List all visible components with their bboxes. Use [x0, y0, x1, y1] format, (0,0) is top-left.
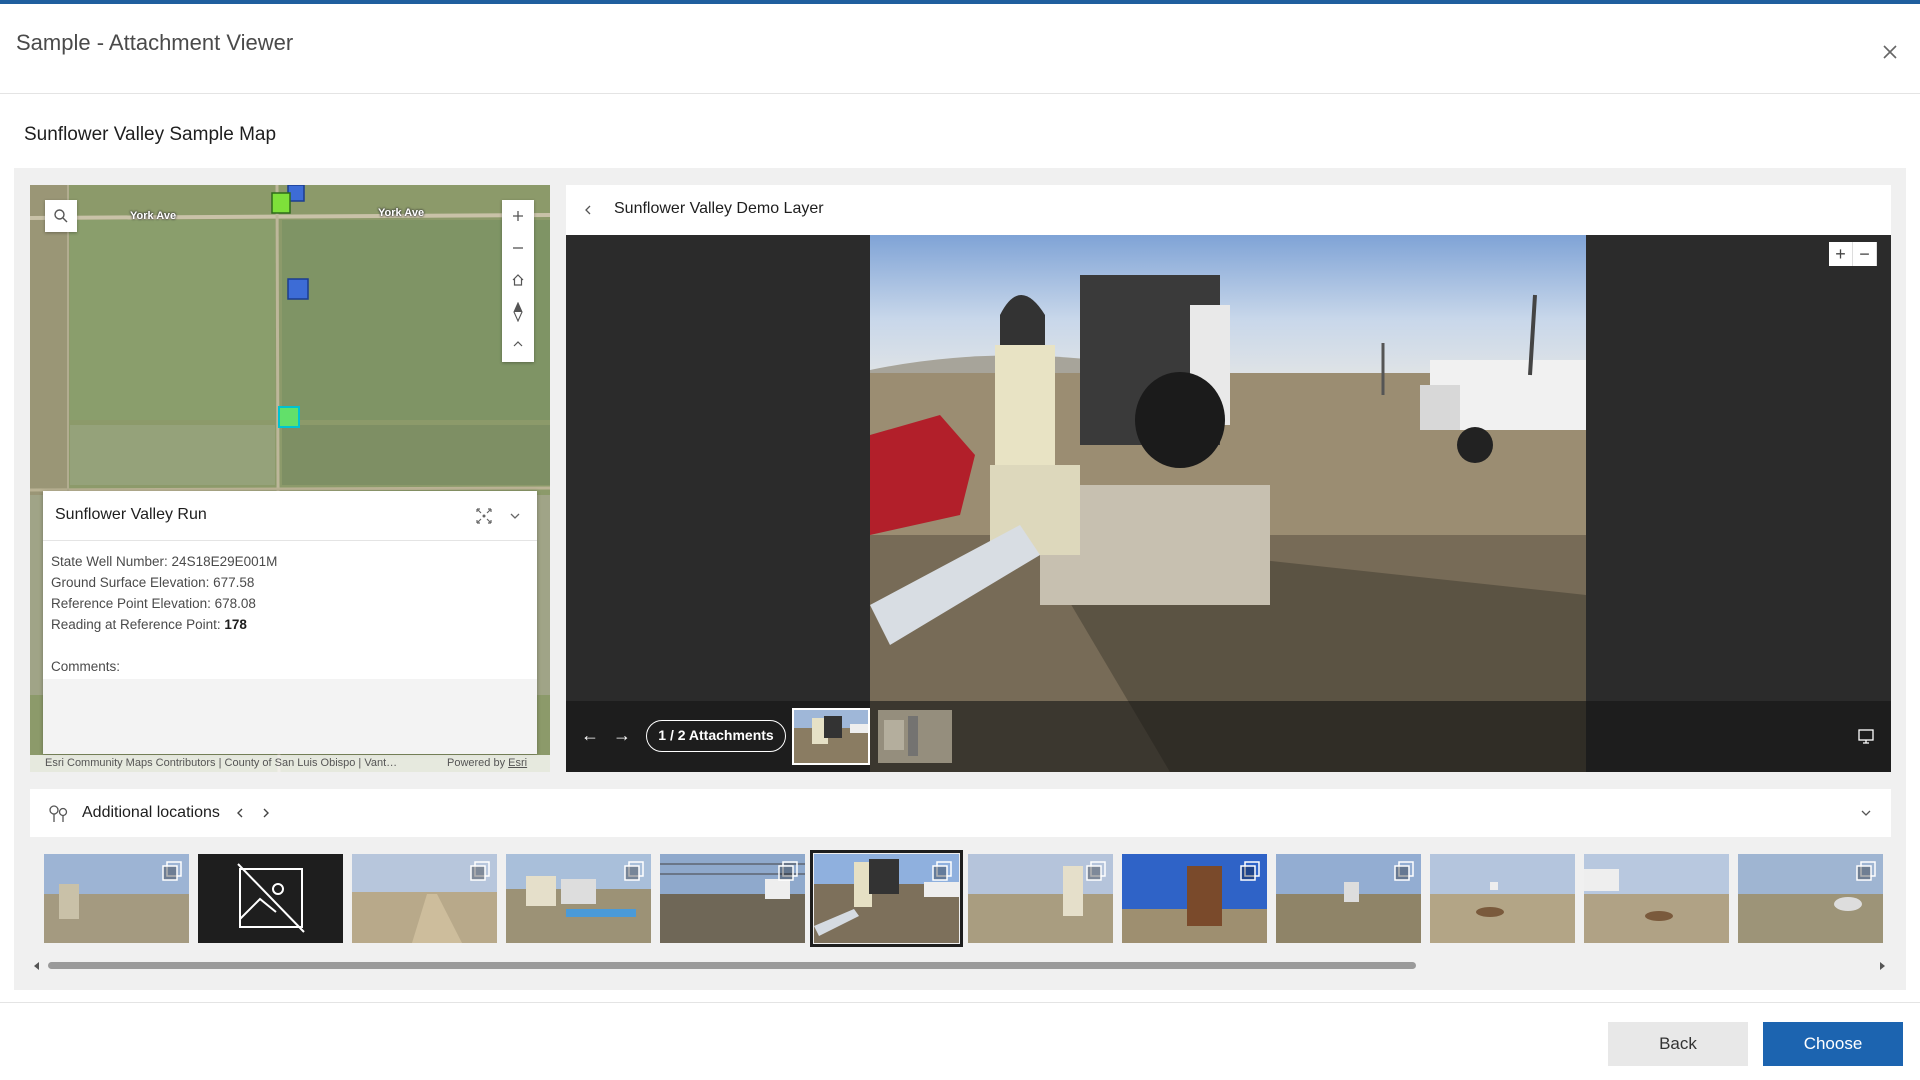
- open-icon: [1394, 861, 1414, 881]
- feature-popup: Sunflower Valley Run State Well Number: …: [43, 491, 537, 754]
- next-attachment-button[interactable]: →: [610, 723, 634, 747]
- dialog-title: Sample - Attachment Viewer: [16, 30, 294, 55]
- plus-icon: [513, 211, 523, 221]
- zoom-to-icon[interactable]: [474, 506, 494, 526]
- field-label: Ground Surface Elevation:: [51, 575, 214, 590]
- additional-locations-label: Additional locations: [82, 804, 220, 821]
- zoom-out-button[interactable]: [502, 232, 534, 264]
- location-thumbnail[interactable]: [660, 854, 805, 943]
- attachment-counter[interactable]: 1 / 2 Attachments: [646, 720, 786, 752]
- open-icon: [162, 861, 182, 881]
- popup-field: Ground Surface Elevation: 677.58: [51, 572, 277, 593]
- location-thumbnail[interactable]: [1584, 854, 1729, 943]
- attribution-text: Esri Community Maps Contributors | Count…: [45, 757, 398, 769]
- field-value: 677.58: [213, 575, 255, 590]
- popup-field: State Well Number: 24S18E29E001M: [51, 551, 277, 572]
- popup-title: Sunflower Valley Run: [55, 506, 207, 523]
- open-icon: [1240, 861, 1260, 881]
- map-toolbar: [502, 200, 534, 362]
- minus-icon: [513, 247, 523, 249]
- powered-by-text: Powered by: [447, 757, 509, 769]
- additional-locations-header: Additional locations: [30, 789, 1891, 837]
- map-search-button[interactable]: [45, 200, 77, 232]
- dialog-header: Sample - Attachment Viewer: [0, 4, 1920, 94]
- home-button[interactable]: [502, 264, 534, 296]
- chevron-down-icon[interactable]: [505, 506, 525, 526]
- field-value: 178: [224, 617, 247, 632]
- attachment-navigation-bar: ← → 1 / 2 Attachments: [566, 701, 1891, 772]
- chevron-left-icon[interactable]: [578, 200, 598, 220]
- fullscreen-icon[interactable]: [1856, 726, 1876, 746]
- thumbnail-image: [1584, 854, 1729, 943]
- open-icon: [1856, 861, 1876, 881]
- collapse-toolbar-button[interactable]: [502, 328, 534, 360]
- field-label: Reference Point Elevation:: [51, 596, 215, 611]
- attachment-viewer: + − ← → 1 / 2 Attachments: [566, 235, 1891, 772]
- open-icon: [932, 861, 952, 881]
- powered-by: Powered by Esri: [447, 757, 527, 769]
- comments-label: Comments:: [51, 659, 121, 674]
- viewer-header: Sunflower Valley Demo Layer: [566, 185, 1891, 235]
- esri-link[interactable]: Esri: [508, 757, 527, 769]
- location-thumbnail[interactable]: [1738, 854, 1883, 943]
- location-thumbnail-strip: [30, 846, 1891, 950]
- comments-area: [43, 679, 537, 754]
- location-thumbnail[interactable]: [352, 854, 497, 943]
- open-icon: [778, 861, 798, 881]
- location-thumbnail[interactable]: [1430, 854, 1575, 943]
- chevron-down-icon[interactable]: [1856, 803, 1876, 823]
- popup-field: Reference Point Elevation: 678.08: [51, 593, 277, 614]
- previous-attachment-button[interactable]: ←: [578, 723, 602, 747]
- no-image-icon: [237, 863, 305, 933]
- location-thumbnail[interactable]: [44, 854, 189, 943]
- road-label: York Ave: [130, 210, 177, 222]
- layer-title: Sunflower Valley Demo Layer: [614, 200, 824, 217]
- thumbnail-image: [878, 710, 952, 763]
- scrollbar-thumb[interactable]: [48, 962, 1416, 969]
- attachment-thumbnail[interactable]: [792, 708, 870, 765]
- search-icon: [54, 209, 68, 223]
- open-icon: [624, 861, 644, 881]
- compass-button[interactable]: [502, 296, 534, 328]
- zoom-out-button[interactable]: −: [1853, 242, 1877, 266]
- close-icon[interactable]: [1876, 38, 1904, 66]
- scroll-left-arrow-icon[interactable]: [32, 961, 42, 971]
- attachment-photo[interactable]: [870, 235, 1586, 772]
- location-thumbnail[interactable]: [1276, 854, 1421, 943]
- back-button[interactable]: Back: [1608, 1022, 1748, 1066]
- popup-header: Sunflower Valley Run: [43, 491, 537, 541]
- chevron-up-icon: [513, 341, 523, 347]
- field-label: State Well Number:: [51, 554, 172, 569]
- thumbnail-image: [1430, 854, 1575, 943]
- locations-icon: [49, 805, 68, 822]
- field-label: Reading at Reference Point:: [51, 617, 225, 632]
- location-thumbnail[interactable]: [198, 854, 343, 943]
- horizontal-scrollbar[interactable]: [30, 958, 1891, 972]
- home-icon: [512, 274, 524, 286]
- attachment-thumbnail[interactable]: [878, 710, 952, 763]
- field-value: 24S18E29E001M: [171, 554, 278, 569]
- dialog-footer: Back Choose: [0, 1002, 1920, 1080]
- choose-button[interactable]: Choose: [1763, 1022, 1903, 1066]
- zoom-in-button[interactable]: [502, 200, 534, 232]
- chevron-right-icon[interactable]: [256, 803, 276, 823]
- open-icon: [470, 861, 490, 881]
- location-thumbnail[interactable]: [1122, 854, 1267, 943]
- road-label: York Ave: [378, 207, 425, 219]
- location-thumbnail[interactable]: [968, 854, 1113, 943]
- scroll-right-arrow-icon[interactable]: [1877, 961, 1887, 971]
- location-thumbnail-selected[interactable]: [810, 850, 963, 947]
- zoom-controls: + −: [1829, 242, 1877, 266]
- map-name: Sunflower Valley Sample Map: [24, 124, 277, 145]
- open-icon: [1086, 861, 1106, 881]
- location-thumbnail[interactable]: [506, 854, 651, 943]
- map-attribution: Esri Community Maps Contributors | Count…: [30, 755, 550, 772]
- compass-icon: [513, 302, 523, 322]
- zoom-in-button[interactable]: +: [1829, 242, 1853, 266]
- chevron-left-icon[interactable]: [230, 803, 250, 823]
- thumbnail-image: [794, 710, 868, 763]
- field-value: 678.08: [214, 596, 256, 611]
- popup-fields: State Well Number: 24S18E29E001M Ground …: [51, 551, 277, 677]
- popup-field: Reading at Reference Point: 178: [51, 614, 277, 635]
